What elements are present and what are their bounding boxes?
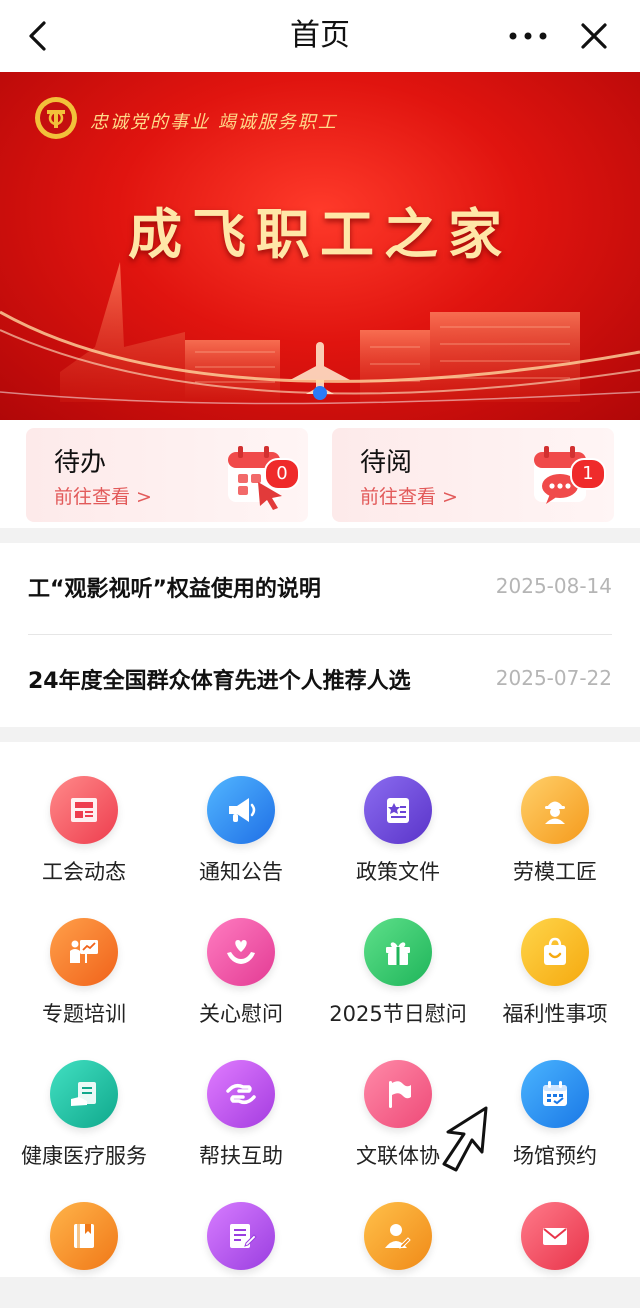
menu-label: 政策文件	[356, 860, 440, 884]
menu-label: 关心慰问	[199, 1002, 283, 1026]
menu-icon-bg	[50, 776, 118, 844]
news-item[interactable]: 工“观影视听”权益使用的说明 2025-08-14	[0, 543, 640, 635]
more-dots-icon	[509, 32, 547, 40]
user-pen-icon	[385, 1224, 411, 1249]
menu-item-row4-4[interactable]	[475, 1168, 635, 1308]
menu-icon-bg	[207, 1060, 275, 1128]
gift-icon	[386, 942, 410, 965]
mail-icon	[543, 1228, 567, 1245]
menu-label: 专题培训	[42, 1002, 126, 1026]
toread-card[interactable]: 待阅 前往查看 > 1	[332, 428, 614, 522]
flag-icon	[389, 1081, 411, 1108]
menu-item-training[interactable]: 专题培训	[4, 884, 164, 1026]
menu-icon-bg	[207, 1202, 275, 1270]
menu-icon-bg	[364, 1060, 432, 1128]
menu-item-mutual-aid[interactable]: 帮扶互助	[161, 1026, 321, 1168]
book-icon	[74, 1224, 94, 1248]
top-bar: 首页	[0, 0, 640, 72]
chevron-left-icon	[29, 21, 46, 51]
shopping-bag-icon	[544, 937, 566, 965]
medical-doc-icon	[71, 1082, 96, 1106]
more-button[interactable]	[500, 14, 556, 58]
carousel-indicator[interactable]	[313, 386, 327, 400]
news-date: 2025-08-14	[495, 574, 612, 598]
back-button[interactable]	[18, 14, 58, 58]
menu-icon-bg	[521, 776, 589, 844]
helping-hands-icon	[226, 1083, 256, 1105]
toread-title: 待阅	[360, 448, 413, 478]
menu-item-row4-2[interactable]	[161, 1168, 321, 1308]
todo-title: 待办	[54, 448, 107, 478]
menu-icon-bg	[50, 918, 118, 986]
menu-label: 福利性事项	[502, 1002, 608, 1026]
mouse-pointer-icon	[442, 1106, 488, 1172]
policy-book-icon	[387, 798, 409, 823]
menu-item-union-news[interactable]: 工会动态	[4, 742, 164, 884]
menu-label: 帮扶互助	[199, 1144, 283, 1168]
todo-card[interactable]: 待办 前往查看 > 0	[26, 428, 308, 522]
menu-item-model-workers[interactable]: 劳模工匠	[475, 742, 635, 884]
menu-item-welfare[interactable]: 福利性事项	[475, 884, 635, 1026]
edit-doc-icon	[230, 1224, 257, 1248]
close-icon	[581, 23, 607, 49]
toread-count-badge: 1	[570, 458, 606, 490]
todo-count-badge: 0	[264, 458, 300, 490]
menu-icon-bg	[207, 776, 275, 844]
menu-icon-bg	[521, 1202, 589, 1270]
todo-link[interactable]: 前往查看 >	[54, 482, 152, 509]
training-board-icon	[70, 940, 98, 963]
heart-hands-icon	[227, 940, 255, 964]
toread-link[interactable]: 前往查看 >	[360, 482, 458, 509]
news-list: 工“观影视听”权益使用的说明 2025-08-14 24年度全国群众体育先进个人…	[0, 543, 640, 727]
home-banner[interactable]: 忠诚党的事业 竭诚服务职工 成飞职工之家	[0, 72, 640, 420]
menu-label: 劳模工匠	[513, 860, 597, 884]
menu-item-row4-1[interactable]	[4, 1168, 164, 1308]
menu-icon-bg	[364, 918, 432, 986]
menu-item-festival-care[interactable]: 2025节日慰问	[318, 884, 478, 1026]
menu-label: 通知公告	[199, 860, 283, 884]
menu-item-row4-3[interactable]	[318, 1168, 478, 1308]
megaphone-icon	[229, 798, 256, 822]
menu-label: 健康医疗服务	[21, 1144, 147, 1168]
menu-icon-bg	[521, 918, 589, 986]
menu-item-policy[interactable]: 政策文件	[318, 742, 478, 884]
union-emblem-icon	[35, 97, 77, 139]
menu-icon-bg	[521, 1060, 589, 1128]
menu-icon-bg	[364, 1202, 432, 1270]
news-item[interactable]: 24年度全国群众体育先进个人推荐人选 2025-07-22	[0, 635, 640, 727]
function-grid: 工会动态 通知公告 政策文件 劳模工匠 专题培训 关心慰问 2025节日慰问 福…	[0, 742, 640, 1277]
calendar-icon	[543, 1081, 567, 1106]
banner-slogan: 忠诚党的事业 竭诚服务职工	[90, 112, 338, 133]
menu-label: 工会动态	[42, 860, 126, 884]
quick-access: 待办 前往查看 > 0 待阅 前往查看 > 1	[0, 420, 640, 528]
close-button[interactable]	[572, 14, 616, 58]
menu-icon-bg	[50, 1060, 118, 1128]
menu-icon-bg	[50, 1202, 118, 1270]
menu-item-care[interactable]: 关心慰问	[161, 884, 321, 1026]
news-title: 24年度全国群众体育先进个人推荐人选	[28, 669, 411, 694]
menu-label: 2025节日慰问	[329, 1002, 467, 1026]
menu-icon-bg	[207, 918, 275, 986]
worker-icon	[545, 801, 565, 824]
menu-item-health[interactable]: 健康医疗服务	[4, 1026, 164, 1168]
news-title: 工“观影视听”权益使用的说明	[28, 577, 321, 602]
newspaper-icon	[71, 798, 97, 822]
menu-icon-bg	[364, 776, 432, 844]
menu-item-notices[interactable]: 通知公告	[161, 742, 321, 884]
news-date: 2025-07-22	[495, 666, 612, 690]
